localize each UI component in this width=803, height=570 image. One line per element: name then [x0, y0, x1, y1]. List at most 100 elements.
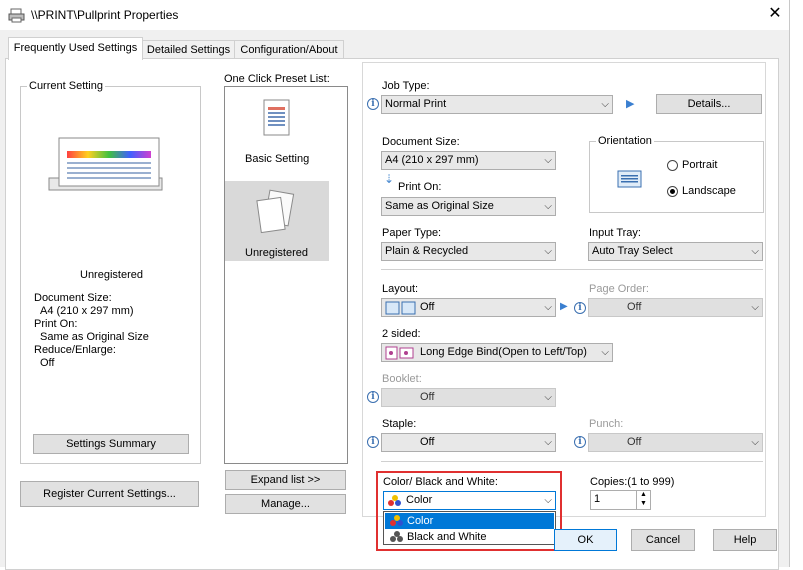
punch-info-icon[interactable]: i: [574, 436, 586, 448]
chevron-down-icon: ⌵: [544, 302, 552, 313]
chevron-down-icon: ⌵: [544, 437, 552, 448]
job-type-label: Job Type:: [382, 80, 430, 92]
detail-document-size-value: A4 (210 x 297 mm): [40, 305, 134, 317]
booklet-value: Off: [420, 391, 435, 403]
print-on-select[interactable]: Same as Original Size ⌵: [381, 197, 556, 216]
detail-reduce-enlarge-label: Reduce/Enlarge:: [34, 344, 116, 356]
ok-button[interactable]: OK: [554, 529, 617, 551]
current-setting-label: Current Setting: [27, 80, 105, 92]
printer-icon: [8, 8, 25, 23]
page-order-value: Off: [627, 301, 642, 313]
landscape-orientation-icon: [617, 170, 642, 188]
window-title: \\PRINT\Pullprint Properties: [31, 8, 179, 22]
highlight-box: [376, 471, 562, 551]
layout-icon: [385, 301, 416, 315]
paper-type-select[interactable]: Plain & Recycled ⌵: [381, 242, 556, 261]
play-arrow-icon: ▶: [626, 98, 635, 110]
portrait-label: Portrait: [682, 159, 718, 171]
preset-list-label: One Click Preset List:: [224, 73, 330, 85]
tab-frequently-used[interactable]: Frequently Used Settings: [8, 37, 143, 60]
booklet-select[interactable]: Off ⌵: [381, 388, 556, 407]
page-order-select[interactable]: Off ⌵: [588, 298, 763, 317]
print-on-label: Print On:: [398, 181, 442, 193]
chevron-down-icon: ⌵: [751, 437, 759, 448]
print-on-value: Same as Original Size: [385, 200, 494, 212]
job-type-info-icon[interactable]: i: [367, 98, 379, 110]
punch-value: Off: [627, 436, 642, 448]
chevron-down-icon: ⌵: [544, 246, 552, 257]
detail-document-size-label: Document Size:: [34, 292, 112, 304]
paper-type-label: Paper Type:: [382, 227, 442, 239]
properties-window: \\PRINT\Pullprint Properties ✕ Frequentl…: [0, 0, 790, 570]
unregistered-preset-icon: [256, 189, 295, 234]
separator: [381, 269, 763, 270]
spin-up-icon[interactable]: ▲: [640, 491, 647, 498]
detail-print-on-value: Same as Original Size: [40, 331, 149, 343]
preset-item-basic-setting[interactable]: Basic Setting: [245, 153, 309, 165]
manage-button[interactable]: Manage...: [225, 494, 346, 514]
detail-print-on-label: Print On:: [34, 318, 78, 330]
copies-value: 1: [594, 493, 601, 505]
orientation-group: [589, 141, 764, 213]
down-arrow-icon: ⇣: [384, 172, 395, 186]
job-type-select[interactable]: Normal Print ⌵: [381, 95, 613, 114]
chevron-down-icon: ⌵: [544, 155, 552, 166]
job-type-value: Normal Print: [385, 98, 447, 110]
page-order-info-icon[interactable]: i: [574, 302, 586, 314]
chevron-down-icon: ⌵: [601, 99, 609, 110]
document-size-label: Document Size:: [382, 136, 460, 148]
chevron-down-icon: ⌵: [544, 392, 552, 403]
play-arrow-icon: ▶: [560, 301, 568, 312]
chevron-down-icon: ⌵: [601, 347, 609, 358]
close-icon[interactable]: ✕: [766, 5, 784, 23]
expand-list-button[interactable]: Expand list >>: [225, 470, 346, 490]
document-size-value: A4 (210 x 297 mm): [385, 154, 479, 166]
basic-setting-icon: [263, 99, 290, 136]
chevron-down-icon: ⌵: [544, 201, 552, 212]
spin-down-icon[interactable]: ▼: [640, 500, 647, 507]
punch-select[interactable]: Off ⌵: [588, 433, 763, 452]
portrait-radio[interactable]: [667, 160, 678, 171]
two-sided-value: Long Edge Bind(Open to Left/Top): [420, 346, 587, 358]
details-button[interactable]: Details...: [656, 94, 762, 114]
layout-value: Off: [420, 301, 435, 313]
landscape-label: Landscape: [682, 185, 736, 197]
orientation-label: Orientation: [596, 135, 654, 147]
tab-detailed-settings[interactable]: Detailed Settings: [142, 40, 235, 59]
booklet-info-icon[interactable]: i: [367, 391, 379, 403]
chevron-down-icon: ⌵: [751, 246, 759, 257]
staple-select[interactable]: Off ⌵: [381, 433, 556, 452]
page-order-label: Page Order:: [589, 283, 649, 295]
input-tray-value: Auto Tray Select: [592, 245, 673, 257]
booklet-label: Booklet:: [382, 373, 422, 385]
register-current-settings-button[interactable]: Register Current Settings...: [20, 481, 199, 507]
preset-list[interactable]: [224, 86, 348, 464]
two-sided-select[interactable]: Long Edge Bind(Open to Left/Top) ⌵: [381, 343, 613, 362]
landscape-preview-icon: [48, 137, 163, 191]
two-sided-label: 2 sided:: [382, 328, 421, 340]
preset-item-unregistered[interactable]: Unregistered: [245, 247, 308, 259]
copies-spinner[interactable]: ▲ ▼: [636, 490, 651, 510]
chevron-down-icon: ⌵: [751, 302, 759, 313]
copies-label: Copies:(1 to 999): [590, 476, 675, 488]
staple-value: Off: [420, 436, 435, 448]
long-edge-bind-icon: [385, 346, 414, 360]
current-setting-name: Unregistered: [80, 269, 143, 281]
staple-label: Staple:: [382, 418, 417, 430]
layout-select[interactable]: Off ⌵: [381, 298, 556, 317]
punch-label: Punch:: [589, 418, 624, 430]
paper-type-value: Plain & Recycled: [385, 245, 469, 257]
tab-configuration[interactable]: Configuration/About: [234, 40, 344, 59]
input-tray-label: Input Tray:: [589, 227, 641, 239]
detail-reduce-enlarge-value: Off: [40, 357, 55, 369]
staple-info-icon[interactable]: i: [367, 436, 379, 448]
cancel-button[interactable]: Cancel: [631, 529, 695, 551]
separator: [381, 461, 763, 462]
layout-label: Layout:: [382, 283, 419, 295]
title-bar: \\PRINT\Pullprint Properties ✕: [0, 0, 789, 30]
settings-summary-button[interactable]: Settings Summary: [33, 434, 189, 454]
landscape-radio[interactable]: [667, 186, 678, 197]
help-button[interactable]: Help: [713, 529, 777, 551]
document-size-select[interactable]: A4 (210 x 297 mm) ⌵: [381, 151, 556, 170]
input-tray-select[interactable]: Auto Tray Select ⌵: [588, 242, 763, 261]
